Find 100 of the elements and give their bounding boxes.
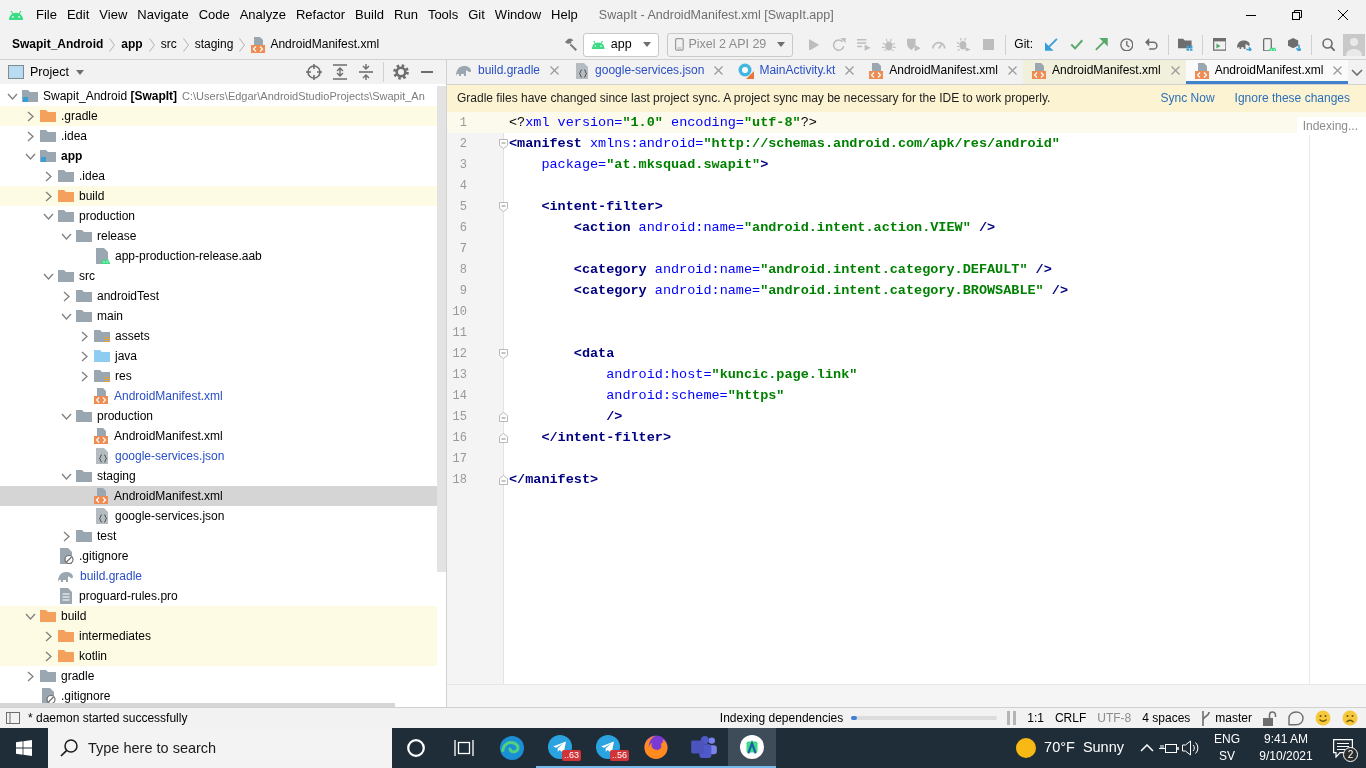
chevron-right-icon[interactable] [26,130,34,142]
editor-tab[interactable]: MainActivity.kt [729,60,861,84]
chevron-right-icon[interactable] [62,530,70,542]
smiley-icon[interactable] [1315,710,1331,726]
notification-link[interactable]: Ignore these changes [1234,91,1350,106]
menu-item[interactable]: Analyze [234,6,291,24]
tree-label[interactable]: .gradle [61,109,98,123]
tree-label[interactable]: assets [115,329,150,343]
menu-item[interactable]: Window [489,6,547,24]
branch-name[interactable]: master [1215,710,1252,726]
menu-item[interactable]: Refactor [290,6,351,24]
undo-icon[interactable] [1145,38,1158,51]
language-indicator[interactable]: ENG [1214,731,1240,748]
tree-label[interactable]: staging [97,469,136,483]
tree-label[interactable]: res [115,369,132,383]
chevron-right-icon[interactable] [80,350,88,362]
chevron-right-icon[interactable] [26,110,34,122]
chevron-down-icon[interactable] [6,92,18,100]
compass-logo-icon[interactable] [740,735,764,759]
caret-down-icon[interactable] [75,69,84,75]
window-play-icon[interactable] [1212,38,1227,51]
tree-label[interactable]: build [61,609,87,623]
chevron-right-icon[interactable] [80,330,88,342]
tree-label[interactable]: test [97,529,117,543]
editor-tab[interactable]: AndroidManifest.xml [860,60,1023,84]
battery-plug-icon[interactable] [1159,742,1179,754]
tree-label[interactable]: androidTest [97,289,160,303]
run-config-dropdown[interactable]: app [583,32,659,57]
checkmark-icon[interactable] [1069,38,1084,50]
windows-logo-icon[interactable] [16,740,32,756]
expand-all-icon[interactable] [333,64,347,80]
chevron-right-icon[interactable] [62,290,70,302]
chevron-down-icon[interactable] [42,212,54,220]
notification-icon[interactable] [1333,738,1353,758]
editor-tab[interactable]: google-services.json [565,60,730,84]
speaker-icon[interactable] [1182,740,1200,756]
flame-globe-icon[interactable] [644,735,668,759]
chevron-right-icon[interactable] [26,670,34,682]
chevron-down-icon[interactable] [42,272,54,280]
crosshair-icon[interactable] [306,64,322,80]
fold-marker-icon[interactable] [499,432,508,443]
status-item[interactable]: CRLF [1054,710,1087,726]
collapse-all-icon[interactable] [359,64,373,80]
cube-arrow-icon[interactable] [1287,37,1302,52]
menu-item[interactable]: Navigate [132,6,194,24]
fold-marker-icon[interactable] [499,411,508,422]
breadcrumb[interactable]: src [160,37,177,52]
breadcrumb[interactable]: AndroidManifest.xml [270,37,380,52]
search-icon[interactable] [1321,37,1336,52]
status-item[interactable]: 1:1 [1027,710,1044,726]
menu-item[interactable]: View [94,6,133,24]
phone-android-icon[interactable] [1262,37,1277,52]
folder-grid-icon[interactable] [1178,38,1193,51]
tree-row[interactable]: build [0,186,437,206]
tree-row[interactable]: build [0,606,437,626]
tree-label[interactable]: main [97,309,123,323]
menu-item[interactable]: Git [463,6,490,24]
panel-title[interactable]: Project [30,64,69,80]
sun-icon[interactable] [1016,738,1037,758]
panel-toggle-icon[interactable] [6,712,20,724]
chevron-right-icon[interactable] [44,190,52,202]
taskbar-button[interactable] [728,728,776,768]
taskbar-button[interactable]: ..63 [536,728,584,768]
tree-label[interactable]: google-services.json [115,449,225,463]
editor-tab[interactable]: build.gradle [447,60,566,84]
chevron-right-icon[interactable] [44,630,52,642]
arrow-down-left-icon[interactable] [1045,38,1058,51]
tree-label[interactable]: app-production-release.aab [115,249,262,263]
weather-condition[interactable]: Sunny [1082,739,1124,757]
breadcrumb[interactable]: Swapit_Android [12,37,104,52]
fold-marker-icon[interactable] [499,474,508,485]
selected-row[interactable]: AndroidManifest.xml [0,486,437,506]
tree-label[interactable]: google-services.json [115,509,225,523]
chevron-down-icon[interactable] [60,312,72,320]
scrollbar-thumb[interactable] [0,703,395,707]
tree-label[interactable]: kotlin [79,649,107,663]
breadcrumb[interactable]: staging [194,37,234,52]
menu-item[interactable]: Run [389,6,423,24]
menu-item[interactable]: Tools [422,6,464,24]
editor-tab[interactable]: AndroidManifest.xml [1185,60,1349,84]
tree-row[interactable]: kotlin [0,646,437,666]
menu-item[interactable]: Build [350,6,389,24]
tree-row[interactable]: .gradle [0,106,437,126]
speech-bubble-icon[interactable] [1288,710,1304,726]
chevron-right-icon[interactable] [44,650,52,662]
breadcrumb[interactable]: app [121,37,143,52]
weather-temperature[interactable]: 70°F [1044,739,1075,757]
circle-icon[interactable] [407,739,425,757]
tree-row[interactable]: intermediates [0,626,437,646]
chevron-down-icon[interactable] [1351,68,1364,76]
tree-label[interactable]: .gitignore [61,689,111,703]
menu-item[interactable]: Edit [61,6,95,24]
tree-label[interactable]: Swapit_Android [SwapIt] [43,89,178,103]
swirl-logo-icon[interactable] [500,736,524,760]
tree-label[interactable]: java [115,349,137,363]
clock-icon[interactable] [1119,37,1134,52]
taskbar-button[interactable]: ..56 [584,728,632,768]
editor-tab[interactable]: AndroidManifest.xml [1022,60,1186,84]
tree-label[interactable]: gradle [61,669,95,683]
search-field[interactable]: Type here to search [48,728,392,768]
